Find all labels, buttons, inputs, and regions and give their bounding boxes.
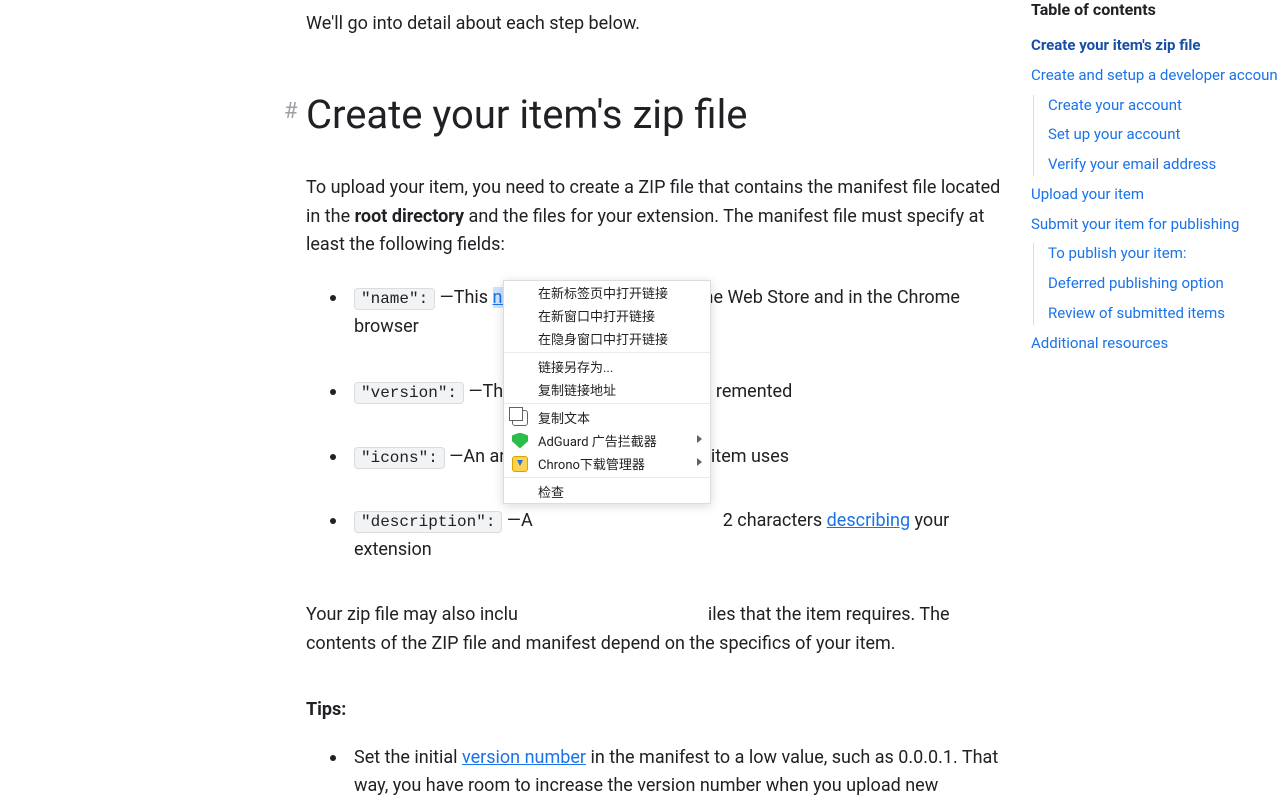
list-item: Set the initial version number in the ma…	[306, 744, 1006, 800]
code-version: "version":	[354, 382, 464, 404]
ctx-separator	[504, 477, 710, 478]
bold-root-directory: root directory	[355, 206, 464, 227]
toc-link-review-submitted[interactable]: Review of submitted items	[1048, 303, 1280, 325]
anchor-hash-icon[interactable]: #	[284, 99, 298, 124]
ctx-open-new-window[interactable]: 在新窗口中打开链接	[504, 304, 710, 327]
text: —This	[435, 287, 492, 308]
toc-link-upload-item[interactable]: Upload your item	[1031, 184, 1280, 206]
paragraph-zip-extra: Your zip file may also incluiles that th…	[306, 601, 1006, 659]
toc-link-deferred-publishing[interactable]: Deferred publishing option	[1048, 273, 1280, 295]
code-name: "name":	[354, 288, 435, 310]
heading-text: Create your item's zip file	[306, 91, 748, 138]
list-item: "description": —A 2 characters describing…	[306, 507, 1006, 565]
toc-link-create-zip[interactable]: Create your item's zip file	[1031, 35, 1280, 57]
text: remented	[716, 381, 792, 402]
toc-link-verify-email[interactable]: Verify your email address	[1048, 154, 1280, 176]
tips-list: Set the initial version number in the ma…	[306, 744, 1006, 800]
ctx-inspect[interactable]: 检查	[504, 480, 710, 503]
chevron-right-icon	[697, 458, 702, 466]
text: Set the initial	[354, 747, 462, 768]
link-describing[interactable]: describing	[827, 510, 910, 531]
text: —A	[502, 510, 532, 531]
link-version-number[interactable]: version number	[462, 747, 586, 768]
ctx-open-incognito[interactable]: 在隐身窗口中打开链接	[504, 327, 710, 350]
toc-subgroup: To publish your item: Deferred publishin…	[1033, 243, 1280, 324]
ctx-open-new-tab[interactable]: 在新标签页中打开链接	[504, 281, 710, 304]
toc-subgroup: Create your account Set up your account …	[1033, 95, 1280, 176]
ctx-adguard[interactable]: AdGuard 广告拦截器	[504, 429, 710, 452]
paragraph-zip-intro: To upload your item, you need to create …	[306, 174, 1006, 260]
ctx-label: Chrono下载管理器	[538, 454, 645, 473]
toc-link-to-publish[interactable]: To publish your item:	[1048, 243, 1280, 265]
chevron-right-icon	[697, 435, 702, 443]
toc-link-additional-resources[interactable]: Additional resources	[1031, 333, 1280, 355]
ctx-chrono[interactable]: Chrono下载管理器	[504, 452, 710, 475]
tips-heading: Tips:	[306, 699, 1006, 720]
toc-title: Table of contents	[1031, 0, 1280, 19]
shield-icon	[512, 433, 528, 449]
ctx-copy-text[interactable]: 复制文本	[504, 406, 710, 429]
copy-icon	[512, 410, 528, 426]
ctx-save-link-as[interactable]: 链接另存为...	[504, 355, 710, 378]
download-icon	[512, 456, 528, 472]
toc-link-create-dev-account[interactable]: Create and setup a developer accoun	[1031, 65, 1280, 87]
ctx-label: 复制文本	[538, 408, 590, 427]
table-of-contents: Table of contents Create your item's zip…	[1031, 0, 1280, 362]
ctx-separator	[504, 403, 710, 404]
text: item uses	[711, 446, 789, 467]
ctx-separator	[504, 352, 710, 353]
text: Your zip file may also inclu	[306, 604, 518, 625]
text: 2 characters	[723, 510, 827, 531]
code-icons: "icons":	[354, 447, 445, 469]
ctx-label: AdGuard 广告拦截器	[538, 431, 657, 450]
toc-link-setup-account[interactable]: Set up your account	[1048, 124, 1280, 146]
heading-create-zip: # Create your item's zip file	[306, 91, 1006, 138]
toc-link-submit-publishing[interactable]: Submit your item for publishing	[1031, 214, 1280, 236]
context-menu: 在新标签页中打开链接 在新窗口中打开链接 在隐身窗口中打开链接 链接另存为...…	[503, 280, 711, 504]
toc-link-create-account[interactable]: Create your account	[1048, 95, 1280, 117]
intro-paragraph: We'll go into detail about each step bel…	[306, 0, 1006, 39]
code-description: "description":	[354, 511, 502, 533]
ctx-copy-link-address[interactable]: 复制链接地址	[504, 378, 710, 401]
